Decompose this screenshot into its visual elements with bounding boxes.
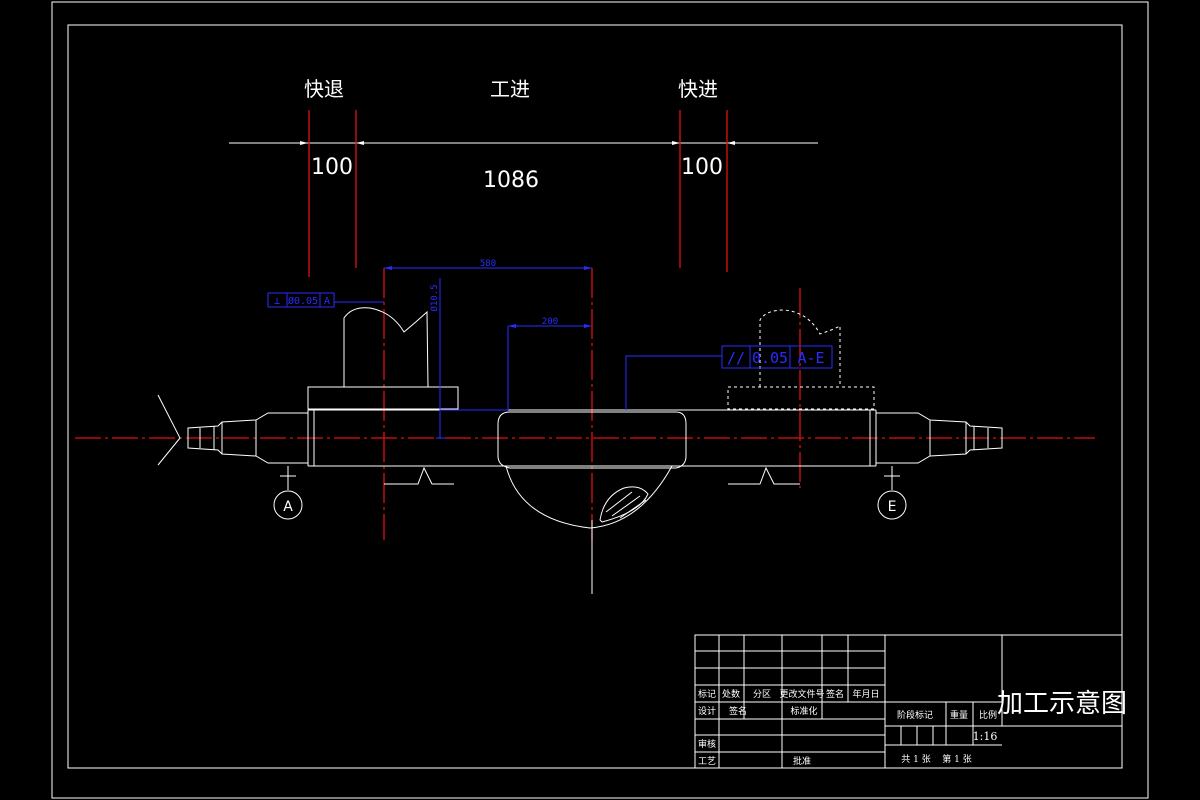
inner-frame bbox=[67, 24, 1123, 769]
tb-header-zone: 分区 bbox=[753, 689, 771, 700]
left-center-point bbox=[157, 394, 181, 466]
dim-overall-580: 580 bbox=[480, 259, 496, 269]
dim-feed-length: 1086 bbox=[483, 168, 539, 193]
tb-process: 工艺 bbox=[698, 756, 716, 767]
tb-design: 设计 bbox=[698, 705, 716, 717]
dim-vertical: Ø10.5 bbox=[429, 284, 440, 311]
tol-par-value: 0.05 bbox=[752, 349, 788, 367]
scale-value: 1:16 bbox=[973, 730, 998, 743]
tb-header-change-doc: 更改文件号 bbox=[779, 688, 824, 700]
tb-review: 审核 bbox=[698, 738, 716, 750]
drawing-title: 加工示意图 bbox=[997, 689, 1127, 719]
label-fast-return: 快退 bbox=[304, 77, 344, 101]
tol-par-symbol: // bbox=[727, 349, 745, 367]
tb-header-mark: 标记 bbox=[698, 688, 716, 700]
tb-scale-label: 比例 bbox=[979, 709, 997, 721]
dim-fast-length: 100 bbox=[681, 155, 723, 180]
label-work-feed: 工进 bbox=[490, 77, 530, 101]
tb-sheets-total: 共 1 张 bbox=[901, 754, 930, 765]
tol-perp-datum: A bbox=[324, 296, 330, 307]
tb-standardization: 标准化 bbox=[790, 705, 817, 717]
tb-sheet-number: 第 1 张 bbox=[942, 753, 971, 765]
fixture-left bbox=[307, 307, 459, 410]
vertical-centerlines bbox=[383, 268, 801, 540]
tb-header-date: 年月日 bbox=[852, 688, 879, 700]
tb-design-signature: 签名 bbox=[729, 705, 747, 717]
tb-header-count: 处数 bbox=[722, 688, 740, 700]
stroke-boundaries bbox=[308, 110, 728, 277]
outer-frame bbox=[51, 1, 1149, 799]
dim-partial-200: 200 bbox=[542, 317, 558, 327]
dim-return-length: 100 bbox=[311, 155, 353, 180]
tb-header-signature: 签名 bbox=[826, 688, 844, 700]
shaft-body bbox=[187, 409, 1003, 529]
tb-weight: 重量 bbox=[950, 709, 968, 721]
stroke-dimension-line bbox=[229, 141, 818, 145]
drawing-canvas: 快退 工进 快进 100 1086 100 A E 580 200 Ø10.5 … bbox=[51, 1, 1149, 799]
blue-dim-arrows bbox=[384, 266, 592, 328]
tol-perp-value: Ø0.05 bbox=[288, 295, 318, 307]
tol-par-datum: A-E bbox=[797, 349, 824, 367]
tb-approve: 批准 bbox=[793, 755, 811, 767]
datum-e-label: E bbox=[888, 499, 897, 515]
tol-perp-symbol: ⊥ bbox=[274, 296, 280, 307]
datum-a-label: A bbox=[283, 499, 293, 515]
tb-stage-mark: 阶段标记 bbox=[897, 709, 933, 721]
label-fast-feed: 快进 bbox=[678, 77, 718, 101]
